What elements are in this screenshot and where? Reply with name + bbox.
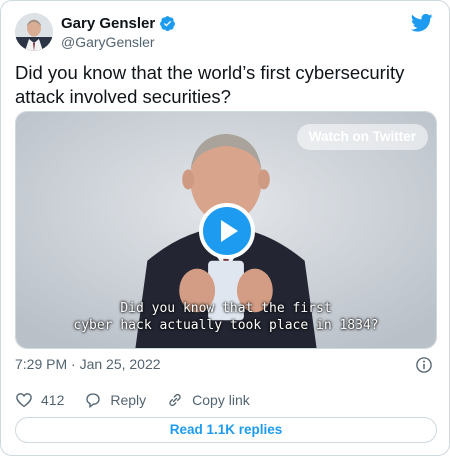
- read-replies-button[interactable]: Read 1.1K replies: [15, 417, 437, 443]
- tweet-text: Did you know that the world’s first cybe…: [15, 61, 435, 109]
- watch-on-twitter-button[interactable]: Watch on Twitter: [296, 124, 428, 150]
- tweet-text-line: Did you know that the world’s first cybe…: [15, 62, 405, 83]
- tweet-text-line: attack involved securities?: [15, 86, 231, 107]
- tweet-timestamp[interactable]: 7:29 PM · Jan 25, 2022: [15, 356, 161, 372]
- video-caption: Did you know that the first cyber hack a…: [16, 300, 436, 334]
- play-icon: [221, 220, 238, 242]
- info-icon[interactable]: [415, 356, 433, 374]
- reply-label: Reply: [110, 392, 147, 408]
- reply-button[interactable]: Reply: [84, 391, 146, 409]
- name-row: Gary Gensler: [61, 15, 176, 32]
- tweet-card: Gary Gensler @GaryGensler Did you know t…: [0, 0, 450, 456]
- copy-link-button[interactable]: Copy link: [166, 391, 250, 409]
- caption-line: cyber hack actually took place in 1834?: [73, 318, 379, 333]
- avatar[interactable]: [15, 13, 53, 51]
- twitter-bird-icon[interactable]: [411, 13, 433, 33]
- play-button[interactable]: [199, 203, 255, 259]
- reply-icon: [86, 393, 101, 409]
- author-handle[interactable]: @GaryGensler: [61, 34, 155, 50]
- caption-line: Did you know that the first: [120, 301, 332, 316]
- like-count: 412: [41, 392, 65, 408]
- verified-badge-icon: [160, 16, 176, 32]
- author-name[interactable]: Gary Gensler: [61, 15, 155, 32]
- avatar-image: [15, 13, 53, 51]
- link-icon: [169, 393, 181, 407]
- tweet-header: Gary Gensler @GaryGensler: [15, 11, 435, 55]
- video-player[interactable]: Watch on Twitter Did you know that the f…: [15, 111, 437, 349]
- heart-icon: [16, 393, 32, 408]
- tweet-actions: 412 Reply Copy link: [15, 390, 270, 410]
- copy-link-label: Copy link: [192, 392, 250, 408]
- like-button[interactable]: 412: [15, 391, 64, 409]
